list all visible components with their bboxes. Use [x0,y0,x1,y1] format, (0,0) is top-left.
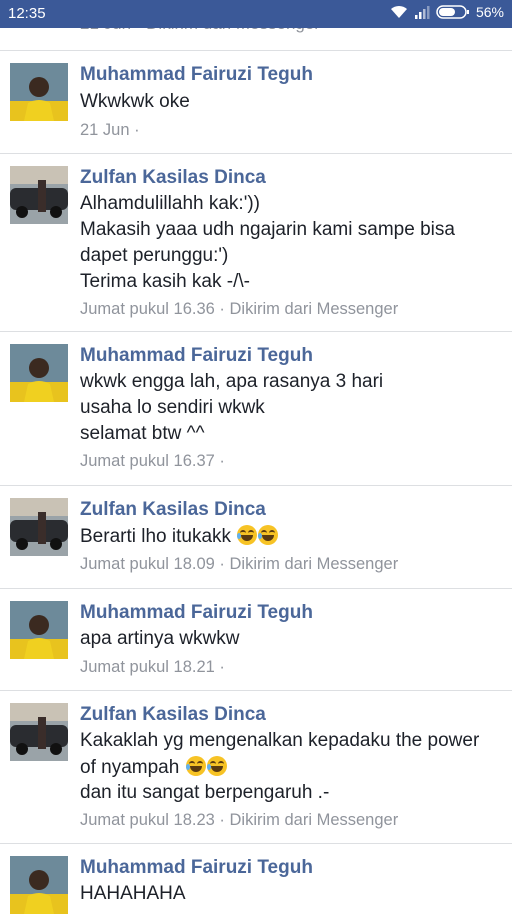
comment-text: HAHAHAHA [80,883,186,904]
comment-text: usaha lo sendiri wkwk [80,397,265,418]
laughing-tears-emoji-icon [206,756,227,776]
divider [0,690,512,691]
comment-text-content: Berarti lho itukakk [80,526,232,547]
divider [0,843,512,844]
avatar-car[interactable] [10,166,68,224]
status-bar: 12:35 56% [0,0,512,28]
avatar-car[interactable] [10,703,68,761]
avatar-car[interactable] [10,498,68,556]
wifi-icon [390,5,408,19]
comment-text: Wkwkwk oke [80,91,190,112]
divider [0,588,512,589]
battery-icon [436,5,470,19]
comment-meta[interactable]: Jumat pukul 18.09 · Dikirim dari Messeng… [80,555,398,574]
comment-text: Berarti lho itukakk [80,525,279,548]
comment-text-content: of nyampah [80,757,180,778]
comment-author[interactable]: Muhammad Fairuzi Teguh [80,857,313,879]
comment-meta[interactable]: 21 Jun · [80,121,140,140]
status-time: 12:35 [8,5,46,22]
laughing-tears-emoji-icon [237,525,258,545]
comment-author[interactable]: Zulfan Kasilas Dinca [80,499,266,521]
avatar-person-yellow[interactable] [10,856,68,914]
avatar-person-yellow[interactable] [10,601,68,659]
comment-text: Makasih yaaa udh ngajarin kami sampe bis… [80,219,455,240]
comment-author[interactable]: Zulfan Kasilas Dinca [80,167,266,189]
signal-icon [414,5,430,19]
comment-author[interactable]: Muhammad Fairuzi Teguh [80,602,313,624]
divider [0,485,512,486]
comment-text: dan itu sangat berpengaruh .- [80,782,330,803]
comment-text: Kakaklah yg mengenalkan kepadaku the pow… [80,730,480,751]
comment-meta[interactable]: Jumat pukul 16.36 · Dikirim dari Messeng… [80,300,398,319]
laughing-tears-emoji-icon [258,525,279,545]
comment-text: of nyampah [80,756,227,779]
divider [0,331,512,332]
divider [0,153,512,154]
comment-meta[interactable]: Jumat pukul 18.23 · Dikirim dari Messeng… [80,811,398,830]
battery-percent: 56% [475,4,504,20]
laughing-tears-emoji-icon [185,756,206,776]
status-icons: 56% [390,4,504,20]
comment-text: Alhamdulillahh kak:')) [80,193,260,214]
comment-text: apa artinya wkwkw [80,628,240,649]
comment-text: dapet perunggu:') [80,245,229,266]
avatar-person-yellow[interactable] [10,344,68,402]
comment-author[interactable]: Muhammad Fairuzi Teguh [80,64,313,86]
comment-text: wkwk engga lah, apa rasanya 3 hari [80,371,384,392]
avatar-person-yellow[interactable] [10,63,68,121]
comment-meta[interactable]: Jumat pukul 18.21 · [80,658,225,677]
comment-meta[interactable]: Jumat pukul 16.37 · [80,452,225,471]
comment-text: Terima kasih kak -/\- [80,271,250,292]
comment-author[interactable]: Muhammad Fairuzi Teguh [80,345,313,367]
comment-author[interactable]: Zulfan Kasilas Dinca [80,704,266,726]
comment-text: selamat btw ^^ [80,423,205,444]
divider [0,50,512,51]
